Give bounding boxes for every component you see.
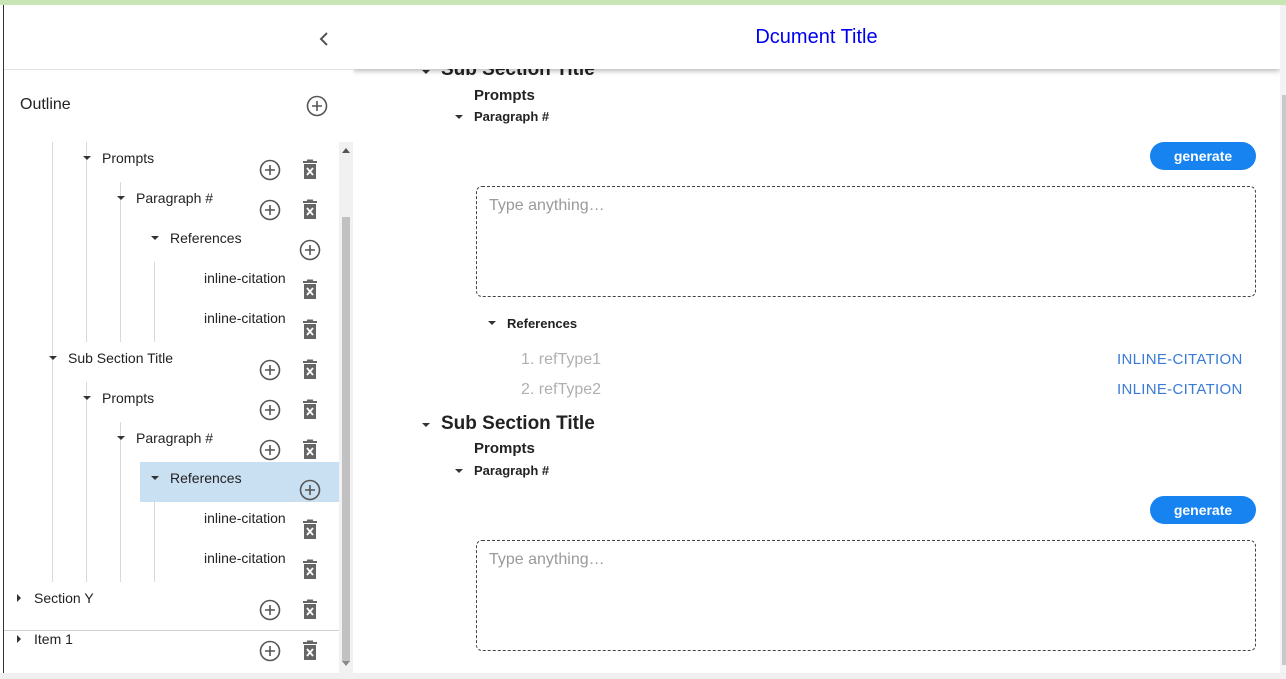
- main-scrollbar-thumb[interactable]: [1282, 95, 1286, 665]
- trash-icon[interactable]: [298, 639, 322, 663]
- add-circle-icon[interactable]: [258, 198, 282, 222]
- tree-item-prompts[interactable]: Prompts: [4, 142, 339, 182]
- tree-item-inline-citation[interactable]: inline-citation: [4, 302, 339, 342]
- tree-item-item-1[interactable]: Item 1: [4, 623, 339, 663]
- trash-icon[interactable]: [298, 438, 322, 462]
- tree-item-label: inline-citation: [204, 550, 286, 566]
- tree-item-label: inline-citation: [204, 310, 286, 326]
- add-circle-icon[interactable]: [258, 398, 282, 422]
- textarea-placeholder: Type anything…: [489, 197, 605, 214]
- sidebar-scrollbar-thumb[interactable]: [342, 217, 350, 662]
- tree-item-sub-section[interactable]: Sub Section Title: [4, 342, 339, 382]
- trash-icon[interactable]: [298, 558, 322, 582]
- inline-citation-link[interactable]: INLINE-CITATION: [1117, 381, 1243, 398]
- generate-button[interactable]: generate: [1150, 496, 1256, 524]
- tree-item-prompts[interactable]: Prompts: [4, 382, 339, 422]
- add-circle-icon[interactable]: [258, 438, 282, 462]
- tree-item-references[interactable]: References: [4, 222, 339, 262]
- add-circle-icon[interactable]: [258, 598, 282, 622]
- tree-item-label: Prompts: [102, 390, 155, 406]
- trash-icon[interactable]: [298, 318, 322, 342]
- sidebar-header: [4, 5, 353, 70]
- caret-down-icon[interactable]: [116, 433, 126, 443]
- chevron-left-icon[interactable]: [310, 25, 338, 53]
- tree-item-label: Prompts: [102, 150, 155, 166]
- trash-icon[interactable]: [298, 518, 322, 542]
- textarea-placeholder: Type anything…: [489, 551, 605, 568]
- tree-item-inline-citation[interactable]: inline-citation: [4, 542, 339, 582]
- tree-item-label: Paragraph #: [136, 190, 214, 206]
- trash-icon[interactable]: [298, 358, 322, 382]
- caret-down-icon[interactable]: [421, 420, 431, 430]
- references-label: References: [507, 316, 578, 331]
- document-header: Dcument Title: [353, 5, 1280, 69]
- add-circle-icon[interactable]: [298, 478, 322, 502]
- scroll-up-arrow-icon[interactable]: [341, 146, 351, 154]
- paragraph-label: Paragraph #: [474, 463, 550, 478]
- prompts-label: Prompts: [474, 440, 535, 457]
- caret-down-icon[interactable]: [48, 353, 58, 363]
- sub-section-title: Sub Section Title: [441, 413, 595, 434]
- inline-citation-link[interactable]: INLINE-CITATION: [1117, 351, 1243, 368]
- tree-item-paragraph[interactable]: Paragraph #: [4, 182, 339, 222]
- document-editor: Dcument Title Sub Section Title Prompts …: [353, 5, 1280, 673]
- tree-item-references-selected[interactable]: References: [4, 462, 339, 502]
- trash-icon[interactable]: [298, 398, 322, 422]
- caret-down-icon[interactable]: [150, 233, 160, 243]
- trash-icon[interactable]: [298, 278, 322, 302]
- tree-item-label: Item 1: [34, 631, 73, 647]
- caret-down-icon[interactable]: [487, 318, 497, 328]
- outline-tree: Prompts Paragraph # References inline-ci…: [4, 142, 339, 673]
- document-title[interactable]: Dcument Title: [353, 26, 1280, 49]
- caret-down-icon[interactable]: [82, 393, 92, 403]
- tree-item-label: Section Y: [34, 590, 94, 606]
- outline-sidebar: Outline Prompts Paragraph # References i…: [3, 5, 354, 673]
- tree-item-label: Paragraph #: [136, 430, 214, 446]
- tree-item-label: inline-citation: [204, 510, 286, 526]
- scroll-down-arrow-icon[interactable]: [341, 660, 351, 668]
- outline-title: Outline: [20, 96, 71, 113]
- caret-down-icon[interactable]: [116, 193, 126, 203]
- paragraph-label: Paragraph #: [474, 109, 550, 124]
- add-circle-icon[interactable]: [298, 238, 322, 262]
- prompts-label: Prompts: [474, 87, 535, 104]
- reference-item: 1. refType1: [521, 351, 602, 368]
- add-circle-icon[interactable]: [258, 639, 282, 663]
- tree-item-label: References: [170, 470, 242, 486]
- tree-item-label: inline-citation: [204, 270, 286, 286]
- trash-icon[interactable]: [298, 158, 322, 182]
- caret-down-icon[interactable]: [82, 153, 92, 163]
- add-circle-icon[interactable]: [305, 94, 329, 118]
- tree-item-paragraph[interactable]: Paragraph #: [4, 422, 339, 462]
- caret-right-icon[interactable]: [14, 593, 24, 603]
- caret-down-icon[interactable]: [454, 112, 464, 122]
- tree-item-label: References: [170, 230, 242, 246]
- reference-item: 2. refType2: [521, 381, 602, 398]
- caret-right-icon[interactable]: [14, 634, 24, 644]
- tree-item-inline-citation[interactable]: inline-citation: [4, 262, 339, 302]
- add-circle-icon[interactable]: [258, 358, 282, 382]
- caret-down-icon[interactable]: [150, 473, 160, 483]
- tree-item-label: Sub Section Title: [68, 350, 174, 366]
- trash-icon[interactable]: [298, 198, 322, 222]
- generate-button[interactable]: generate: [1150, 142, 1256, 170]
- caret-down-icon[interactable]: [454, 466, 464, 476]
- add-circle-icon[interactable]: [258, 158, 282, 182]
- window-bottom-edge: [0, 673, 1286, 679]
- trash-icon[interactable]: [298, 598, 322, 622]
- paragraph-textarea[interactable]: Type anything…: [476, 540, 1256, 651]
- tree-item-inline-citation[interactable]: inline-citation: [4, 502, 339, 542]
- paragraph-textarea[interactable]: Type anything…: [476, 186, 1256, 297]
- tree-item-section-y[interactable]: Section Y: [4, 582, 339, 622]
